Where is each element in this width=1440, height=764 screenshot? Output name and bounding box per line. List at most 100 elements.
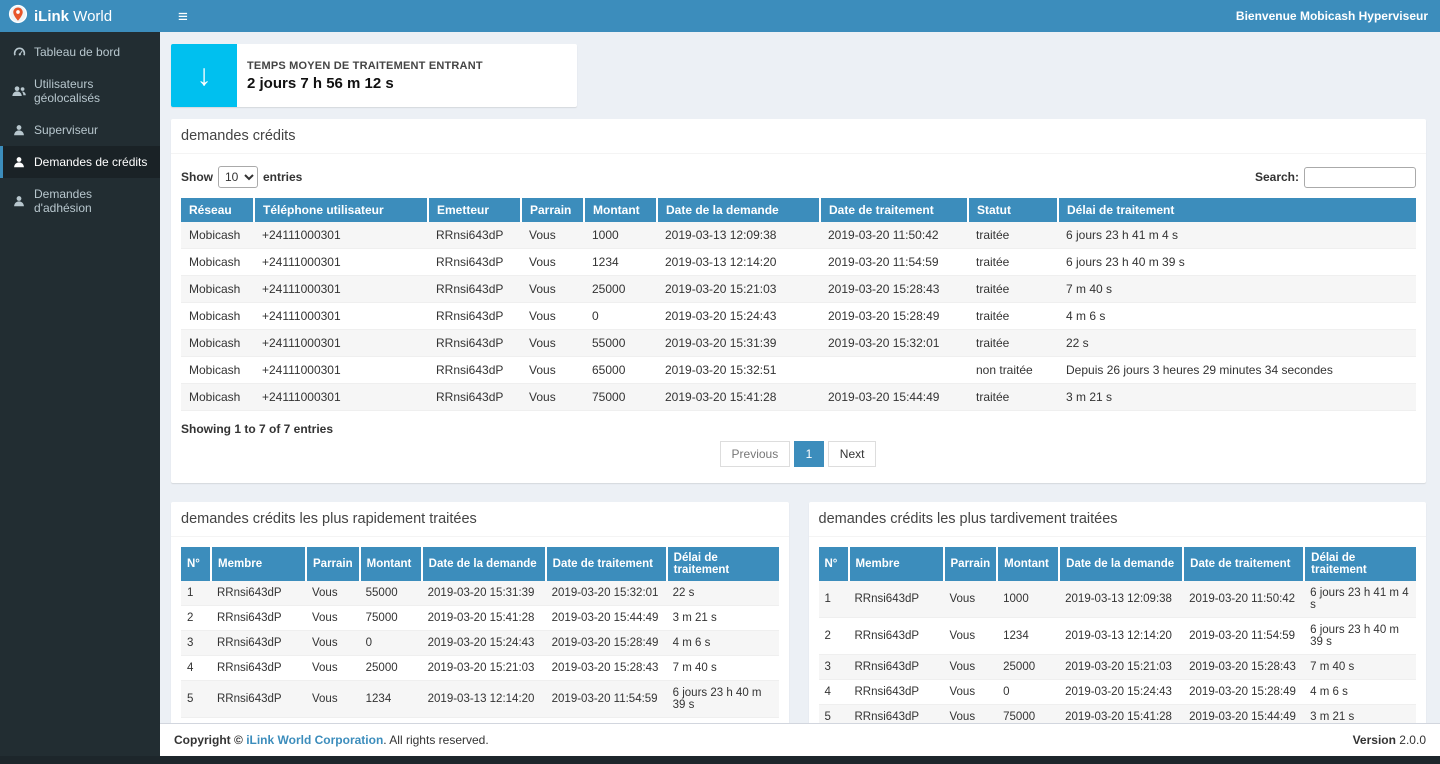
- sidebar-menu: Tableau de bord Utilisateurs géolocalisé…: [0, 36, 160, 224]
- column-header[interactable]: Réseau: [181, 198, 254, 222]
- table-cell: 3: [181, 631, 211, 656]
- table-cell: Vous: [944, 705, 998, 724]
- column-header[interactable]: Membre: [849, 547, 944, 581]
- table-cell: 4 m 6 s: [667, 631, 779, 656]
- brand-logo[interactable]: iLink World: [0, 0, 160, 32]
- table-cell: Mobicash: [181, 222, 254, 249]
- table-cell: 3 m 21 s: [667, 606, 779, 631]
- sidebar-item-demandes-adhesion[interactable]: Demandes d'adhésion: [0, 178, 160, 224]
- column-header[interactable]: Délai de traitement: [1304, 547, 1416, 581]
- table-cell: 1234: [997, 618, 1059, 655]
- column-header[interactable]: Parrain: [521, 198, 584, 222]
- user-icon: [12, 195, 26, 207]
- table-cell: 3: [819, 655, 849, 680]
- table-cell: 2019-03-20 15:32:01: [820, 330, 968, 357]
- table-cell: 65000: [584, 357, 657, 384]
- sidebar-toggle-button[interactable]: ≡: [172, 6, 194, 27]
- column-header[interactable]: Téléphone utilisateur: [254, 198, 428, 222]
- column-header[interactable]: Date de traitement: [546, 547, 667, 581]
- fastest-credits-table: N°MembreParrainMontantDate de la demande…: [181, 547, 779, 718]
- column-header[interactable]: Membre: [211, 547, 306, 581]
- table-cell: Vous: [306, 681, 360, 718]
- table-row: Mobicash+24111000301RRnsi643dPVous123420…: [181, 249, 1416, 276]
- table-cell: Mobicash: [181, 357, 254, 384]
- table-cell: 2019-03-13 12:09:38: [1059, 581, 1183, 618]
- credits-table: RéseauTéléphone utilisateurEmetteurParra…: [181, 198, 1416, 411]
- table-cell: RRnsi643dP: [211, 581, 306, 606]
- table-cell: Vous: [944, 655, 998, 680]
- user-icon: [12, 156, 26, 168]
- table-cell: Mobicash: [181, 330, 254, 357]
- table-row: 5RRnsi643dPVous750002019-03-20 15:41:282…: [819, 705, 1417, 724]
- top-navbar: iLink World ≡ Bienvenue Mobicash Hypervi…: [0, 0, 1440, 32]
- table-cell: +24111000301: [254, 222, 428, 249]
- column-header[interactable]: N°: [181, 547, 211, 581]
- table-cell: Vous: [306, 656, 360, 681]
- infobox-label: TEMPS MOYEN DE TRAITEMENT ENTRANT: [247, 60, 483, 72]
- table-cell: Vous: [521, 357, 584, 384]
- search-input[interactable]: [1304, 167, 1416, 188]
- footer-company-link[interactable]: iLink World Corporation: [246, 733, 383, 747]
- sidebar-item-tableau-de-bord[interactable]: Tableau de bord: [0, 36, 160, 68]
- column-header[interactable]: Parrain: [306, 547, 360, 581]
- table-cell: 2019-03-20 11:50:42: [1183, 581, 1304, 618]
- column-header[interactable]: Montant: [584, 198, 657, 222]
- column-header[interactable]: Délai de traitement: [1058, 198, 1416, 222]
- table-cell: 6 jours 23 h 41 m 4 s: [1058, 222, 1416, 249]
- table-cell: traitée: [968, 384, 1058, 411]
- pagination-previous-button[interactable]: Previous: [720, 441, 791, 467]
- column-header[interactable]: Date de la demande: [657, 198, 820, 222]
- pagination-page-1-button[interactable]: 1: [794, 441, 825, 467]
- table-cell: 75000: [584, 384, 657, 411]
- table-cell: 75000: [997, 705, 1059, 724]
- column-header[interactable]: Date de la demande: [1059, 547, 1183, 581]
- table-row: Mobicash+24111000301RRnsi643dPVous750002…: [181, 384, 1416, 411]
- column-header[interactable]: Date de traitement: [1183, 547, 1304, 581]
- table-cell: RRnsi643dP: [428, 384, 521, 411]
- table-cell: 4 m 6 s: [1058, 303, 1416, 330]
- table-cell: RRnsi643dP: [428, 330, 521, 357]
- column-header[interactable]: Emetteur: [428, 198, 521, 222]
- table-cell: 2019-03-20 15:31:39: [422, 581, 546, 606]
- sidebar-item-demandes-de-credits[interactable]: Demandes de crédits: [0, 146, 160, 178]
- column-header[interactable]: Délai de traitement: [667, 547, 779, 581]
- table-cell: Vous: [944, 581, 998, 618]
- table-row: Mobicash+24111000301RRnsi643dPVous02019-…: [181, 303, 1416, 330]
- table-cell: +24111000301: [254, 330, 428, 357]
- column-header[interactable]: Parrain: [944, 547, 998, 581]
- table-cell: 55000: [360, 581, 422, 606]
- sidebar-item-label: Tableau de bord: [34, 45, 120, 59]
- pagination-next-button[interactable]: Next: [828, 441, 877, 467]
- table-cell: RRnsi643dP: [428, 303, 521, 330]
- sidebar-item-superviseur[interactable]: Superviseur: [0, 114, 160, 146]
- table-cell: Vous: [521, 276, 584, 303]
- table-cell: Mobicash: [181, 384, 254, 411]
- table-info: Showing 1 to 7 of 7 entries: [181, 422, 1416, 436]
- table-cell: 0: [360, 631, 422, 656]
- table-cell: +24111000301: [254, 249, 428, 276]
- table-cell: 3 m 21 s: [1304, 705, 1416, 724]
- column-header[interactable]: Statut: [968, 198, 1058, 222]
- show-label: Show: [181, 170, 213, 184]
- table-cell: 2019-03-20 11:54:59: [1183, 618, 1304, 655]
- fastest-credits-panel: demandes crédits les plus rapidement tra…: [171, 502, 789, 723]
- page-length-select[interactable]: 10: [218, 166, 258, 188]
- table-cell: 0: [584, 303, 657, 330]
- column-header[interactable]: Montant: [360, 547, 422, 581]
- column-header[interactable]: N°: [819, 547, 849, 581]
- table-cell: 2019-03-20 15:41:28: [657, 384, 820, 411]
- column-header[interactable]: Montant: [997, 547, 1059, 581]
- column-header[interactable]: Date de la demande: [422, 547, 546, 581]
- table-header-row: RéseauTéléphone utilisateurEmetteurParra…: [181, 198, 1416, 222]
- column-header[interactable]: Date de traitement: [820, 198, 968, 222]
- slowest-credits-table: N°MembreParrainMontantDate de la demande…: [819, 547, 1417, 723]
- table-cell: 2019-03-20 15:24:43: [657, 303, 820, 330]
- table-cell: 1000: [584, 222, 657, 249]
- table-cell: 2019-03-20 15:28:49: [1183, 680, 1304, 705]
- sidebar-item-utilisateurs-geolocalises[interactable]: Utilisateurs géolocalisés: [0, 68, 160, 114]
- table-cell: 2019-03-20 15:31:39: [657, 330, 820, 357]
- table-cell: 2019-03-20 15:24:43: [1059, 680, 1183, 705]
- credits-panel: demandes crédits Show 10 entries Search:: [171, 119, 1426, 483]
- table-cell: RRnsi643dP: [211, 681, 306, 718]
- users-icon: [12, 85, 26, 97]
